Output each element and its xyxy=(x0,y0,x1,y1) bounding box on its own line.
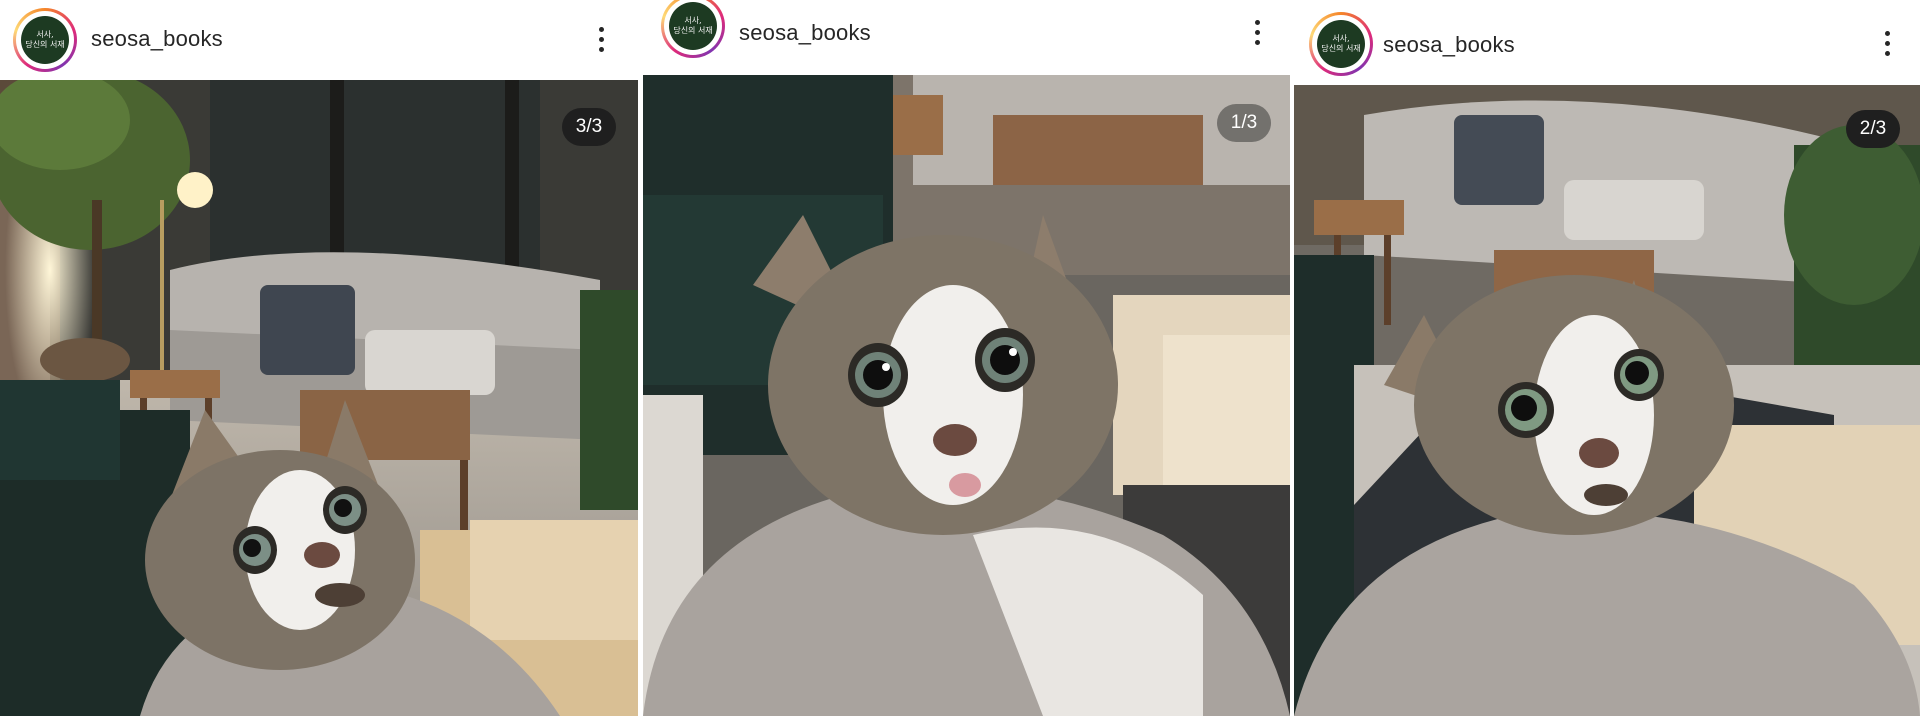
image-counter-badge: 1/3 xyxy=(1217,104,1271,142)
post-header: 서사, 당신의 서재 seosa_books xyxy=(0,0,638,80)
more-options-icon[interactable] xyxy=(1877,26,1897,60)
post-photo[interactable]: 2/3 xyxy=(1294,85,1920,716)
avatar[interactable]: 서사, 당신의 서재 xyxy=(13,8,77,72)
username[interactable]: seosa_books xyxy=(91,26,223,52)
post-photo[interactable]: 1/3 xyxy=(643,75,1290,716)
post-panel-2: 서사, 당신의 서재 seosa_books 1/3 xyxy=(643,0,1290,716)
image-counter-badge: 3/3 xyxy=(562,108,616,146)
more-options-icon[interactable] xyxy=(591,22,611,56)
post-panel-3: 서사, 당신의 서재 seosa_books 2/3 xyxy=(1294,0,1920,716)
avatar[interactable]: 서사, 당신의 서재 xyxy=(661,0,725,58)
cat-photo-image xyxy=(0,80,638,716)
post-header: 서사, 당신의 서재 seosa_books xyxy=(1294,0,1920,85)
username[interactable]: seosa_books xyxy=(1383,32,1515,58)
post-panel-1: 서사, 당신의 서재 seosa_books 3/3 xyxy=(0,0,638,716)
post-photo[interactable]: 3/3 xyxy=(0,80,638,716)
cat-photo-image xyxy=(643,75,1290,716)
image-counter-badge: 2/3 xyxy=(1846,110,1900,148)
avatar-logo-text: 서사, 당신의 서재 xyxy=(1317,20,1365,68)
avatar[interactable]: 서사, 당신의 서재 xyxy=(1309,12,1373,76)
cat-photo-image xyxy=(1294,85,1920,716)
avatar-logo-text: 서사, 당신의 서재 xyxy=(21,16,69,64)
more-options-icon[interactable] xyxy=(1247,15,1267,49)
post-header: 서사, 당신의 서재 seosa_books xyxy=(643,0,1290,75)
username[interactable]: seosa_books xyxy=(739,20,871,46)
avatar-logo-text: 서사, 당신의 서재 xyxy=(669,2,717,50)
